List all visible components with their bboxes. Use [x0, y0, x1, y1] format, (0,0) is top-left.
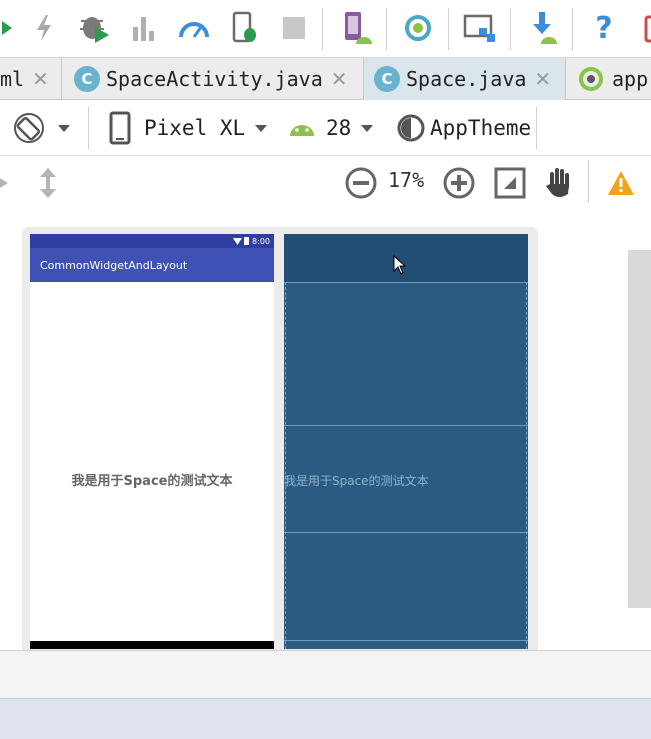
layout-editor-toolbar: Pixel XL 28 AppTheme — [0, 100, 651, 156]
status-bar: 8:00 — [30, 234, 274, 248]
sync-icon[interactable] — [398, 8, 438, 48]
toolbar-separator — [88, 107, 89, 149]
zoom-in-icon[interactable] — [442, 166, 476, 204]
sdk-manager-icon[interactable] — [522, 8, 562, 48]
tab-label: Space.java — [406, 67, 527, 91]
toolbar-separator — [588, 160, 589, 202]
close-icon[interactable]: ✕ — [32, 67, 49, 91]
app-title: CommonWidgetAndLayout — [40, 258, 188, 272]
chevron-down-icon — [361, 124, 374, 132]
blueprint-guide-line — [284, 425, 528, 426]
tab-spaceactivity-java[interactable]: C SpaceActivity.java ✕ — [62, 58, 364, 100]
avd-manager-icon[interactable] — [336, 8, 376, 48]
blueprint-text-view[interactable]: 我是用于Space的测试文本 — [284, 472, 429, 489]
app-module-icon — [578, 66, 604, 92]
orientation-dropdown[interactable] — [12, 100, 70, 156]
app-bar: CommonWidgetAndLayout — [30, 248, 274, 282]
phone-icon — [108, 111, 132, 145]
rotate-icon — [12, 111, 46, 145]
zoom-out-icon[interactable] — [344, 166, 378, 204]
navigation-bar — [30, 641, 274, 649]
pan-hand-icon[interactable] — [544, 164, 574, 204]
zoom-level: 17% — [388, 168, 425, 192]
device-debug-icon[interactable] — [224, 8, 264, 48]
class-icon: C — [74, 66, 100, 92]
help-icon[interactable]: ? — [584, 8, 624, 48]
tab-label: app — [612, 67, 649, 91]
zoom-toolbar — [0, 156, 651, 210]
api-level-dropdown[interactable]: 28 — [288, 100, 374, 156]
close-icon[interactable]: ✕ — [534, 67, 551, 91]
wifi-icon — [233, 237, 243, 245]
vertical-scrollbar[interactable] — [628, 250, 651, 608]
profile-icon[interactable] — [124, 8, 164, 48]
chevron-down-icon — [58, 124, 70, 132]
tab-app-module[interactable]: app — [566, 58, 651, 100]
device-label: Pixel XL — [144, 116, 246, 140]
toolbar-separator — [322, 8, 323, 50]
run-icon[interactable] — [0, 8, 22, 48]
class-icon: C — [374, 66, 400, 92]
tab-label: ml — [0, 67, 25, 91]
space-test-text[interactable]: 我是用于Space的测试文本 — [30, 470, 274, 489]
blueprint-preview[interactable]: 我是用于Space的测试文本 — [284, 234, 528, 649]
toolbar-separator — [572, 8, 573, 50]
battery-icon — [244, 237, 250, 245]
bottom-panel — [0, 650, 651, 698]
blueprint-guide-line — [284, 640, 528, 641]
tab-layout-xml[interactable]: ml ✕ — [0, 58, 62, 100]
mouse-cursor-icon — [393, 254, 407, 279]
design-surface[interactable]: 8:00 CommonWidgetAndLayout 我是用于Space的测试文… — [0, 210, 651, 667]
attach-debugger-icon[interactable] — [174, 8, 214, 48]
blueprint-guide-line — [284, 532, 528, 533]
toolbar-separator — [386, 8, 387, 50]
stop-icon[interactable] — [274, 8, 314, 48]
android-profiler-icon[interactable] — [630, 8, 651, 48]
main-toolbar: ? — [0, 0, 651, 58]
status-strip — [0, 698, 651, 739]
pan-arrow-icon[interactable] — [0, 171, 14, 199]
debug-icon[interactable] — [74, 8, 114, 48]
blueprint-boundary — [285, 282, 286, 649]
chevron-down-icon — [255, 124, 268, 132]
api-level-label: 28 — [326, 116, 352, 140]
device-dropdown[interactable]: Pixel XL — [108, 100, 268, 156]
theme-dropdown[interactable]: AppTheme — [396, 100, 531, 156]
editor-tab-bar: ml ✕ C SpaceActivity.java ✕ C Space.java… — [0, 58, 651, 100]
blueprint-guide-line — [284, 282, 528, 283]
toolbar-separator — [536, 107, 537, 149]
toolbar-separator — [510, 8, 511, 50]
vertical-resize-icon[interactable] — [36, 166, 60, 204]
tab-space-java[interactable]: C Space.java ✕ — [364, 58, 566, 100]
theme-icon — [396, 113, 426, 143]
theme-label: AppTheme — [430, 116, 532, 140]
apply-changes-icon[interactable] — [24, 8, 64, 48]
project-structure-icon[interactable] — [460, 8, 500, 48]
warning-icon[interactable] — [606, 169, 636, 201]
status-time: 8:00 — [252, 236, 270, 246]
blueprint-boundary — [526, 282, 527, 649]
zoom-to-fit-icon[interactable] — [494, 167, 526, 203]
android-icon — [288, 118, 316, 138]
close-icon[interactable]: ✕ — [331, 67, 348, 91]
tab-label: SpaceActivity.java — [106, 67, 323, 91]
design-preview[interactable]: 8:00 CommonWidgetAndLayout 我是用于Space的测试文… — [30, 234, 274, 649]
toolbar-separator — [448, 8, 449, 50]
